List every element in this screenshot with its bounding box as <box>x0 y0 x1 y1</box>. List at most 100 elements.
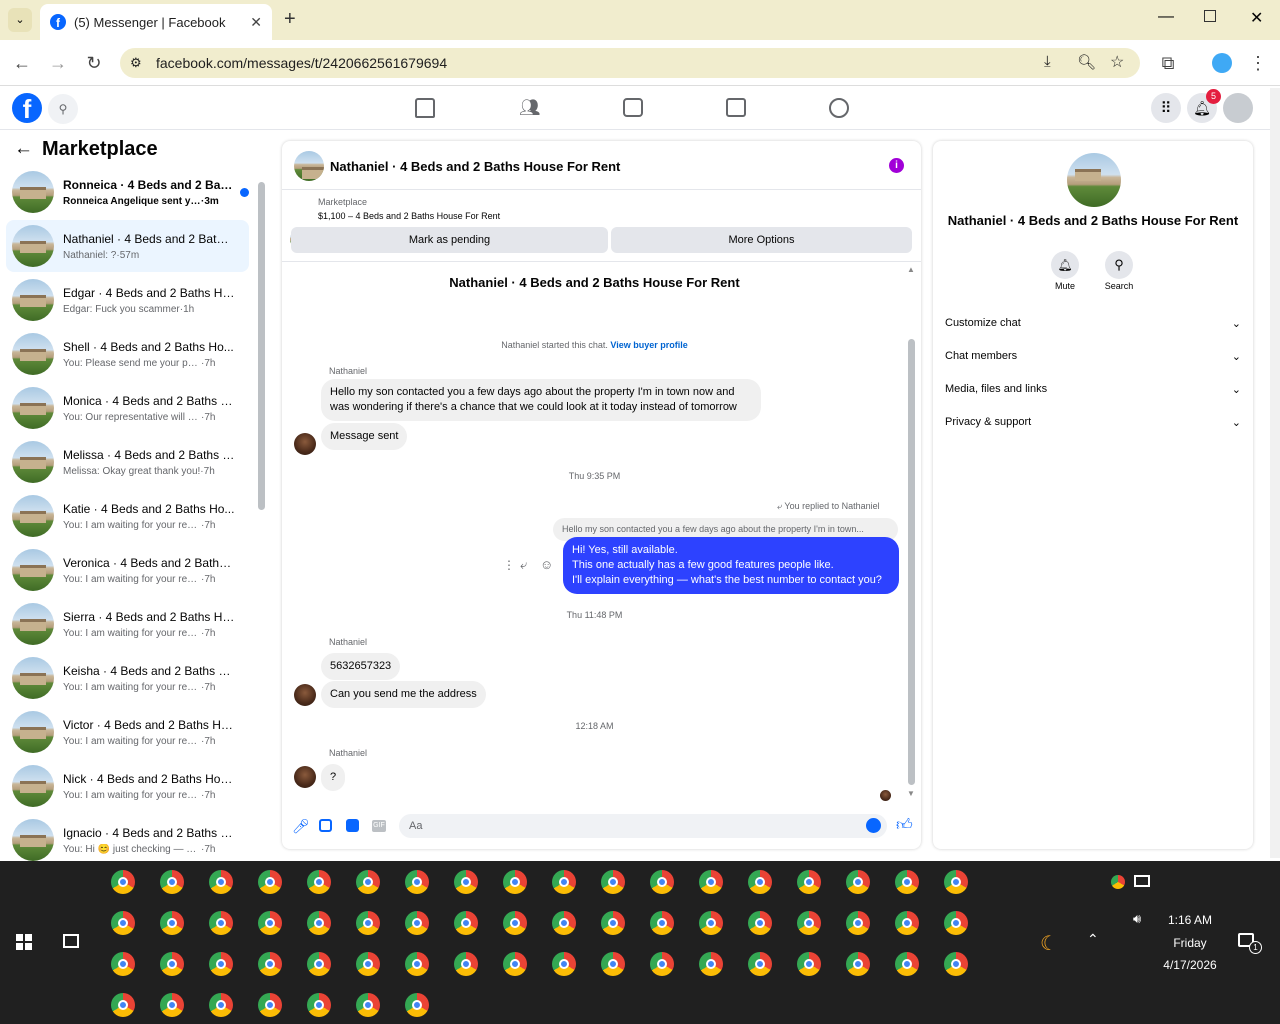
chrome-window-icon[interactable] <box>454 870 478 894</box>
message-bubble[interactable]: Message sent <box>321 423 408 450</box>
account-avatar[interactable] <box>1223 93 1253 123</box>
emoji-icon[interactable] <box>866 818 881 833</box>
moon-icon[interactable]: ☾ <box>1040 931 1058 956</box>
video-icon[interactable] <box>623 98 643 117</box>
chrome-window-icon[interactable] <box>895 911 919 935</box>
chrome-window-icon[interactable] <box>552 870 576 894</box>
message-bubble[interactable]: ? <box>321 764 346 791</box>
chrome-window-icon[interactable] <box>405 993 429 1017</box>
chrome-window-icon[interactable] <box>454 952 478 976</box>
address-bar[interactable]: ⚙ facebook.com/messages/t/24206625616796… <box>120 48 1140 78</box>
reload-button[interactable]: ↻ <box>84 53 104 73</box>
new-tab-button[interactable]: + <box>284 8 296 31</box>
chrome-window-icon[interactable] <box>895 870 919 894</box>
conversation-item[interactable]: Ronneica · 4 Beds and 2 Baths... Ronneica… <box>6 166 249 218</box>
bookmark-star-icon[interactable]: ☆ <box>1110 52 1124 72</box>
facebook-logo-icon[interactable]: f <box>12 93 42 123</box>
network-icon[interactable] <box>1134 875 1150 887</box>
like-thumb-icon[interactable]: 👍︎ <box>896 816 913 835</box>
chat-scroll-down-icon[interactable]: ▼ <box>907 789 915 798</box>
gif-icon[interactable]: GIF <box>372 820 386 832</box>
tab-search-button[interactable]: ⌄ <box>8 8 32 32</box>
listing-price[interactable]: $1,100 – 4 Beds and 2 Baths House For Re… <box>318 211 500 221</box>
chrome-window-icon[interactable] <box>160 952 184 976</box>
search-chat-icon[interactable]: ⚲ <box>1105 251 1133 279</box>
conversation-item[interactable]: Katie · 4 Beds and 2 Baths Ho... You: I a… <box>6 490 249 542</box>
chrome-window-icon[interactable] <box>699 870 723 894</box>
media-files-section[interactable]: Media, files and links ⌄ <box>945 379 1241 399</box>
chrome-window-icon[interactable] <box>650 911 674 935</box>
chrome-window-icon[interactable] <box>601 952 625 976</box>
chrome-window-icon[interactable] <box>111 870 135 894</box>
chrome-window-icon[interactable] <box>503 952 527 976</box>
chrome-window-icon[interactable] <box>748 870 772 894</box>
conversation-item[interactable]: Edgar · 4 Beds and 2 Baths Hou... Edgar: … <box>6 274 249 326</box>
mute-icon[interactable]: 🔔︎ <box>1051 251 1079 279</box>
chrome-window-icon[interactable] <box>356 870 380 894</box>
page-scrollbar[interactable] <box>1270 88 1280 858</box>
menu-grid-icon[interactable]: ⠿ <box>1151 93 1181 123</box>
clock-date[interactable]: 4/17/2026 <box>1150 958 1230 972</box>
restore-button[interactable] <box>1204 10 1216 22</box>
reply-icon[interactable]: ⤶ <box>520 557 527 573</box>
chat-scroll-up-icon[interactable]: ▲ <box>907 265 915 274</box>
message-bubble[interactable]: Hello my son contacted you a few days ag… <box>321 379 761 421</box>
task-view-icon[interactable] <box>63 934 79 948</box>
sender-avatar[interactable] <box>294 433 316 455</box>
chrome-window-icon[interactable] <box>258 870 282 894</box>
chrome-window-icon[interactable] <box>160 911 184 935</box>
chrome-window-icon[interactable] <box>405 870 429 894</box>
conversation-item[interactable]: Sierra · 4 Beds and 2 Baths Hou... You: I… <box>6 598 249 650</box>
chrome-window-icon[interactable] <box>797 911 821 935</box>
chrome-window-icon[interactable] <box>699 952 723 976</box>
chrome-window-icon[interactable] <box>160 870 184 894</box>
chrome-window-icon[interactable] <box>601 911 625 935</box>
browser-tab-messenger[interactable]: f (5) Messenger | Facebook ✕ <box>40 4 272 40</box>
conversation-item[interactable]: Shell · 4 Beds and 2 Baths Ho... You: Ple… <box>6 328 249 380</box>
chrome-window-icon[interactable] <box>258 993 282 1017</box>
chrome-window-icon[interactable] <box>846 870 870 894</box>
forward-button[interactable]: → <box>48 53 68 73</box>
minimize-button[interactable]: — <box>1158 8 1174 26</box>
chat-members-section[interactable]: Chat members ⌄ <box>945 346 1241 366</box>
message-bubble[interactable]: Can you send me the address <box>321 681 486 708</box>
message-input[interactable]: Aa <box>399 814 887 838</box>
conversation-item[interactable]: Ignacio · 4 Beds and 2 Baths Ho... You: H… <box>6 814 249 866</box>
extensions-icon[interactable]: ⧉ <box>1158 53 1178 73</box>
sidebar-scrollbar[interactable] <box>258 182 265 510</box>
chrome-window-icon[interactable] <box>111 911 135 935</box>
chrome-window-icon[interactable] <box>944 952 968 976</box>
friends-icon[interactable]: 👥︎ <box>519 98 541 118</box>
photo-icon[interactable] <box>319 819 332 832</box>
chat-header-avatar[interactable] <box>294 151 324 181</box>
chrome-window-icon[interactable] <box>307 993 331 1017</box>
conversation-item[interactable]: Melissa · 4 Beds and 2 Baths Ho... Meliss… <box>6 436 249 488</box>
chrome-window-icon[interactable] <box>111 993 135 1017</box>
search-icon[interactable]: ⚲ <box>48 94 78 124</box>
conversation-item[interactable]: Nick · 4 Beds and 2 Baths Hous... You: I … <box>6 760 249 812</box>
chrome-window-icon[interactable] <box>307 870 331 894</box>
conversation-item[interactable]: Nathaniel · 4 Beds and 2 Baths ... Nathan… <box>6 220 249 272</box>
reply-message-bubble[interactable]: Hi! Yes, still available. This one actua… <box>563 537 899 594</box>
chrome-window-icon[interactable] <box>258 952 282 976</box>
chrome-window-icon[interactable] <box>356 993 380 1017</box>
react-icon[interactable]: ☺ <box>540 557 553 572</box>
chrome-window-icon[interactable] <box>552 952 576 976</box>
chrome-window-icon[interactable] <box>650 870 674 894</box>
chrome-window-icon[interactable] <box>748 911 772 935</box>
zoom-icon[interactable]: 🔍︎ <box>1077 53 1096 71</box>
customize-chat-section[interactable]: Customize chat ⌄ <box>945 313 1241 333</box>
more-actions-icon[interactable]: ⋮ <box>503 558 515 572</box>
chrome-window-icon[interactable] <box>209 911 233 935</box>
conversation-item[interactable]: Veronica · 4 Beds and 2 Baths H... You: I… <box>6 544 249 596</box>
chrome-window-icon[interactable] <box>699 911 723 935</box>
chrome-window-icon[interactable] <box>209 870 233 894</box>
details-avatar[interactable] <box>1067 153 1121 207</box>
conversation-item[interactable]: Victor · 4 Beds and 2 Baths Hou... You: I… <box>6 706 249 758</box>
home-icon[interactable] <box>415 98 435 118</box>
site-info-icon[interactable]: ⚙ <box>130 55 142 71</box>
info-icon[interactable]: i <box>889 158 904 173</box>
microphone-icon[interactable]: 🎤︎ <box>292 818 310 835</box>
volume-icon[interactable]: 🔊︎ <box>1133 911 1141 927</box>
chrome-window-icon[interactable] <box>160 993 184 1017</box>
